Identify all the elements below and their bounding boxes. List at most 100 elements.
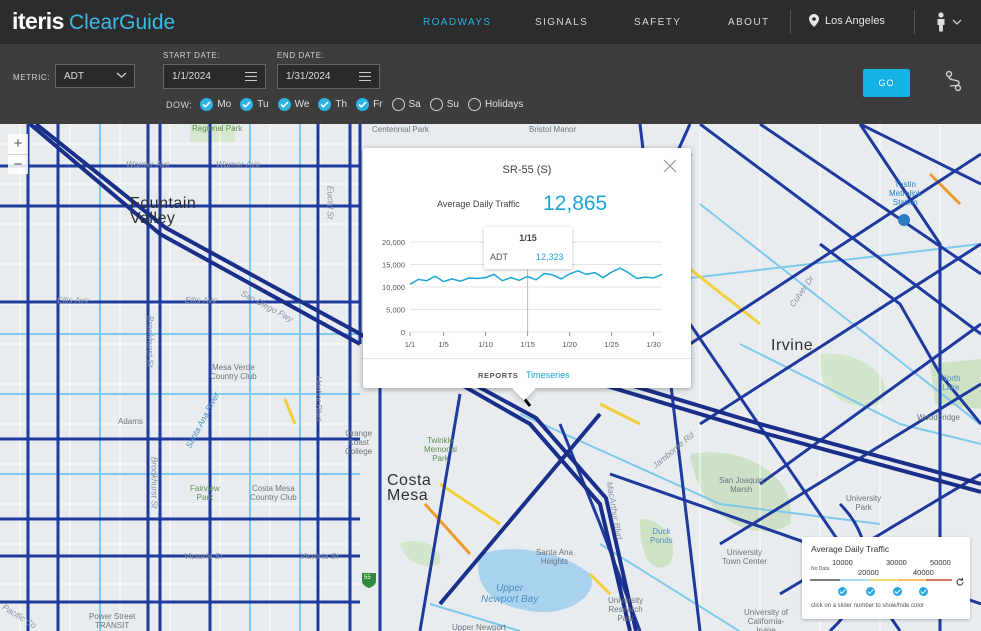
map-label: Santa Ana Heights <box>536 548 573 566</box>
check-icon <box>200 98 214 111</box>
tooltip-key: ADT <box>490 252 508 262</box>
zoom-in-button[interactable]: + <box>8 134 28 154</box>
reset-icon <box>956 577 964 586</box>
dow-label-mo: Mo <box>217 99 232 110</box>
map-label: Bristol Manor <box>529 125 577 134</box>
map-label: Euclid St <box>325 185 336 220</box>
dow-saturday[interactable]: Sa <box>391 98 421 111</box>
legend-slider-knob[interactable] <box>838 587 847 596</box>
end-date-input[interactable]: 1/31/2024 <box>277 64 380 89</box>
dow-label-su: Su <box>446 99 459 110</box>
chevron-down-icon <box>116 72 127 78</box>
metric-select[interactable]: ADT <box>55 64 135 88</box>
reports-label: REPORTS <box>478 371 519 380</box>
dow-label-we: We <box>294 99 310 110</box>
legend-title: Average Daily Traffic <box>811 544 890 554</box>
check-icon <box>356 98 370 111</box>
map-label: Mesa Verde Country Club <box>210 363 257 381</box>
legend-threshold[interactable]: 10000 <box>832 558 853 567</box>
start-date-label: START DATE: <box>163 51 221 60</box>
popup-title: SR-55 (S) <box>502 164 552 176</box>
dow-label-holidays: Holidays <box>484 99 524 110</box>
map-label: Costa Mesa Country Club <box>250 484 297 502</box>
city-selector[interactable]: Los Angeles <box>809 14 885 27</box>
x-tick-label: 1/1 <box>405 340 415 349</box>
nav-about[interactable]: ABOUT <box>728 17 769 28</box>
legend-threshold[interactable]: 50000 <box>930 558 951 567</box>
close-button[interactable] <box>663 159 677 178</box>
x-tick-label: 1/5 <box>438 340 448 349</box>
radio-empty-icon <box>467 98 481 111</box>
brand-logo[interactable]: iteris ClearGuide <box>12 8 175 36</box>
dow-wednesday[interactable]: We <box>277 98 310 111</box>
dow-holidays[interactable]: Holidays <box>467 98 524 111</box>
dow-friday[interactable]: Fr <box>356 98 383 111</box>
map-label: University Town Center <box>722 548 767 566</box>
map-city-label: Fountain Valley <box>130 195 197 227</box>
user-icon <box>937 12 945 32</box>
adt-series-line <box>409 267 663 285</box>
y-tick-label: 20,000 <box>382 238 405 247</box>
map-legend: Average Daily Traffic 10000 30000 50000 … <box>802 537 970 619</box>
calendar-icon <box>245 72 257 81</box>
map-label: Adams <box>118 417 143 426</box>
chart-tooltip: 1/15 ADT 12,323 <box>484 227 572 269</box>
radio-empty-icon <box>429 98 443 111</box>
segment-popup: SR-55 (S) Average Daily Traffic 12,865 0… <box>363 148 691 388</box>
map-label: Warner Ave <box>216 159 261 169</box>
y-tick-label: 10,000 <box>382 283 405 292</box>
zoom-control: + − <box>8 134 28 174</box>
check-icon <box>277 98 291 111</box>
map-label: Warner Ave <box>126 159 171 169</box>
dow-monday[interactable]: Mo <box>200 98 231 111</box>
dow-tuesday[interactable]: Tu <box>240 98 269 111</box>
city-name: Los Angeles <box>825 14 885 27</box>
check-icon <box>240 98 254 111</box>
map-label: Regional Park <box>192 124 243 133</box>
legend-threshold[interactable]: 30000 <box>886 558 907 567</box>
timeseries-link[interactable]: Timeseries <box>526 370 570 380</box>
brand-name: iteris <box>12 8 64 34</box>
route-icon <box>945 70 962 92</box>
x-tick-label: 1/10 <box>478 340 493 349</box>
legend-color-bar <box>810 579 952 581</box>
start-date-input[interactable]: 1/1/2024 <box>163 64 266 89</box>
nav-roadways[interactable]: ROADWAYS <box>423 17 491 28</box>
map-label: Orange Coast College <box>345 429 373 456</box>
nav-safety[interactable]: SAFETY <box>634 17 681 28</box>
end-date-value: 1/31/2024 <box>286 71 331 82</box>
zoom-out-button[interactable]: − <box>8 154 28 174</box>
legend-slider-knob[interactable] <box>866 587 875 596</box>
nav-signals[interactable]: SIGNALS <box>535 17 588 28</box>
dow-label: DOW: <box>166 99 193 110</box>
popup-footer: REPORTS Timeseries <box>363 358 691 388</box>
metric-value: ADT <box>64 71 84 82</box>
map-label: Centennial Park <box>372 125 429 134</box>
y-tick-label: 5,000 <box>386 306 405 315</box>
go-button[interactable]: GO <box>863 69 910 97</box>
route-tool-button[interactable] <box>943 70 965 97</box>
map-label: San Joaquin Marsh <box>719 476 764 494</box>
map-label: Brookhurst St <box>149 456 160 509</box>
dow-label-sa: Sa <box>408 99 421 110</box>
filter-bar: METRIC: ADT START DATE: 1/1/2024 END DAT… <box>0 44 981 124</box>
map-label: Victoria St <box>300 551 339 561</box>
legend-reset-button[interactable] <box>955 574 965 592</box>
adt-value: 12,865 <box>543 192 608 215</box>
user-menu[interactable] <box>936 12 962 32</box>
dow-sunday[interactable]: Su <box>429 98 459 111</box>
tooltip-date: 1/15 <box>519 233 537 243</box>
dow-thursday[interactable]: Th <box>318 98 347 111</box>
map-label: Twinkle Memorial Park <box>424 436 457 463</box>
freeway-number: 55 <box>364 575 371 581</box>
metric-label: METRIC: <box>13 73 51 82</box>
map-label: Power Street TRANSIT <box>89 612 136 630</box>
legend-slider-knob[interactable] <box>919 587 928 596</box>
map-label: Woodbridge <box>917 413 960 422</box>
close-icon <box>663 159 677 173</box>
legend-slider-knob[interactable] <box>893 587 902 596</box>
map-label: Ellis Ave <box>57 295 90 305</box>
y-tick-label: 0 <box>401 328 405 337</box>
radio-empty-icon <box>391 98 405 111</box>
map-label: Fairview Park <box>190 484 220 502</box>
